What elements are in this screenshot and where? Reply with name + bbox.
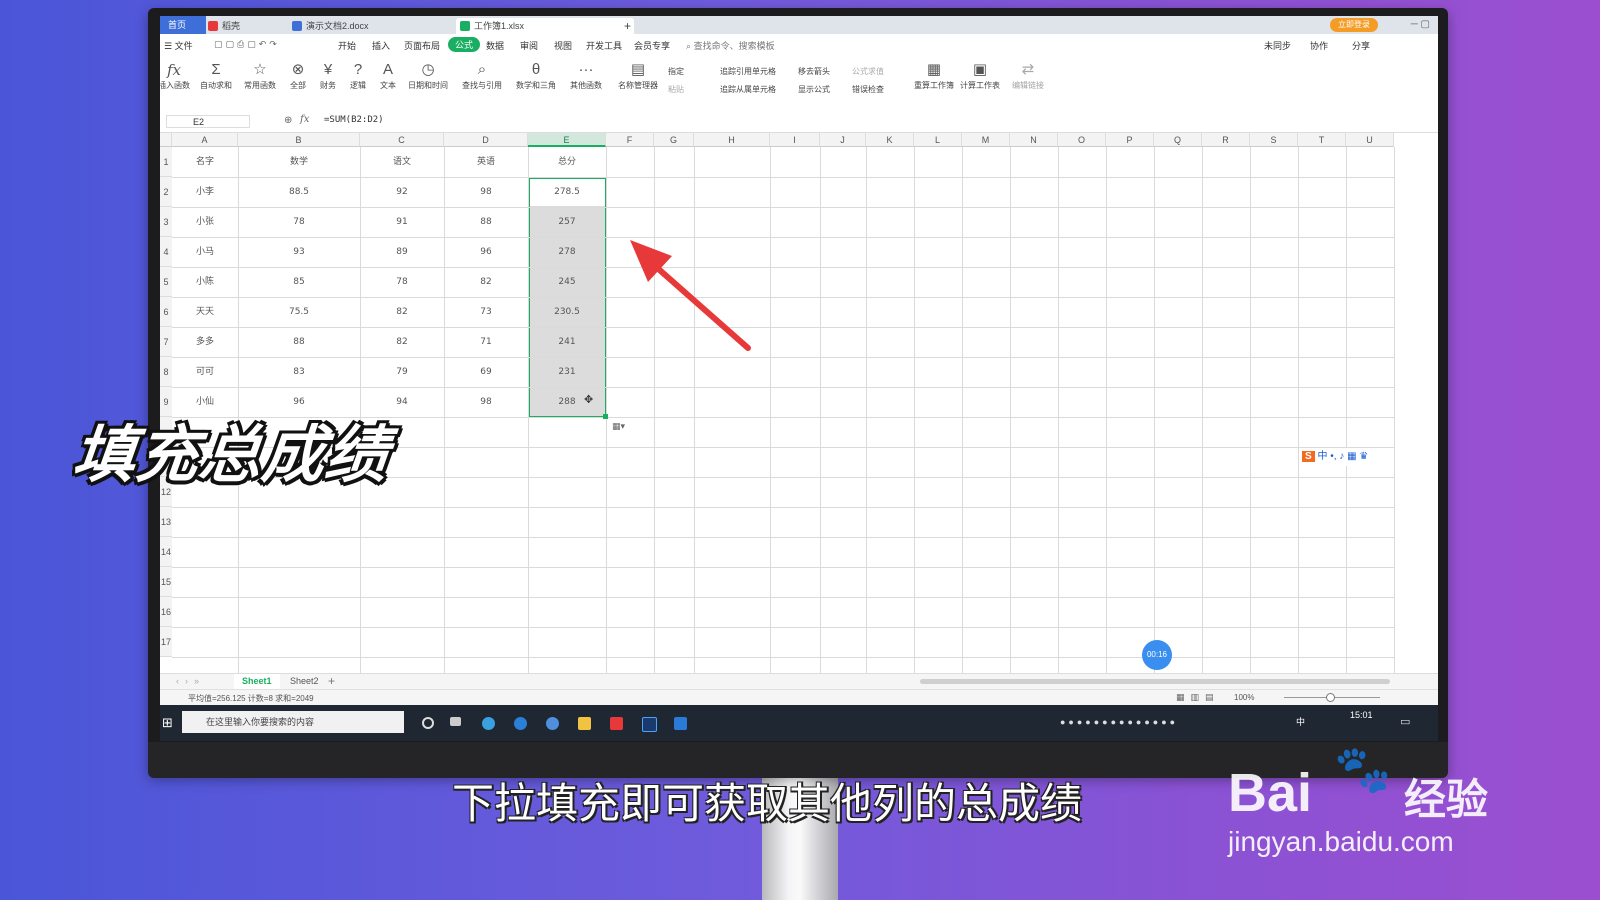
overlay-title: 填充总成绩 [69,418,393,491]
video-subtitle: 下拉填充即可获取其他列的总成绩 [452,779,1083,828]
red-arrow-shaft [643,255,751,351]
baidu-watermark-url: jingyan.baidu.com [1228,826,1454,857]
baidu-watermark-jingyan: 经验 [1404,776,1489,823]
baidu-paw-icon: 🐾 [1334,743,1392,795]
baidu-watermark-brand: Bai [1228,763,1313,823]
